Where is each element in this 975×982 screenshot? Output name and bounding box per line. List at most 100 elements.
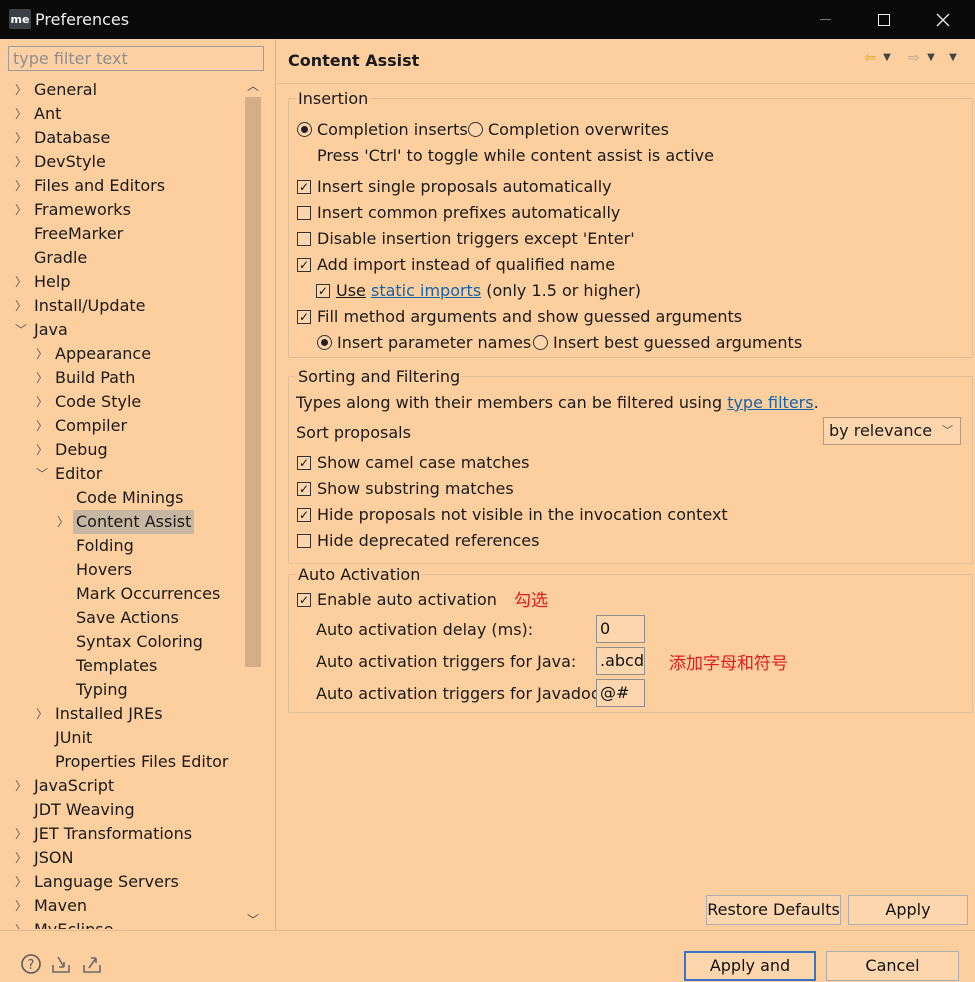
tree-item[interactable]: Templates: [0, 654, 243, 678]
checkbox-checked[interactable]: ✓: [297, 180, 311, 194]
filter-input[interactable]: [8, 46, 264, 71]
checkbox-checked[interactable]: ✓: [297, 593, 311, 607]
tree-item[interactable]: Save Actions: [0, 606, 243, 630]
chevron-right-icon[interactable]: 〉: [35, 390, 49, 414]
back-dropdown-icon[interactable]: ▼: [880, 48, 894, 68]
chevron-right-icon[interactable]: 〉: [35, 366, 49, 390]
checkbox-checked[interactable]: ✓: [297, 508, 311, 522]
enable-auto-activation-checkbox[interactable]: ✓ Enable auto activation: [297, 588, 497, 612]
insert-common-checkbox[interactable]: Insert common prefixes automatically: [297, 201, 620, 225]
insert-best-guessed-radio[interactable]: Insert best guessed arguments: [533, 331, 802, 355]
apply-button[interactable]: Apply: [848, 895, 968, 925]
checkbox-unchecked[interactable]: [297, 206, 311, 220]
view-menu-icon[interactable]: ▼: [946, 48, 960, 68]
chevron-right-icon[interactable]: 〉: [14, 102, 28, 126]
checkbox-checked[interactable]: ✓: [297, 456, 311, 470]
tree-item[interactable]: 〉 Code Style: [0, 390, 243, 414]
sort-proposals-select[interactable]: by relevance ﹀: [823, 417, 961, 445]
chevron-right-icon[interactable]: 〉: [35, 342, 49, 366]
tree-item[interactable]: JDT Weaving: [0, 798, 243, 822]
completion-overwrites-radio[interactable]: Completion overwrites: [468, 118, 669, 142]
tree-item[interactable]: Properties Files Editor: [0, 750, 243, 774]
tree-item[interactable]: 〉 Build Path: [0, 366, 243, 390]
tree-item[interactable]: Mark Occurrences: [0, 582, 243, 606]
fill-method-args-checkbox[interactable]: ✓ Fill method arguments and show guessed…: [297, 305, 742, 329]
insert-param-names-radio[interactable]: Insert parameter names: [317, 331, 531, 355]
import-icon[interactable]: [50, 953, 72, 975]
tree-item[interactable]: 〉 Install/Update: [0, 294, 243, 318]
use-static-imports-checkbox[interactable]: ✓ Use static imports (only 1.5 or higher…: [316, 279, 641, 303]
chevron-right-icon[interactable]: 〉: [14, 270, 28, 294]
checkbox-checked[interactable]: ✓: [297, 310, 311, 324]
tree-item[interactable]: 〉 Frameworks: [0, 198, 243, 222]
chevron-right-icon[interactable]: 〉: [14, 918, 28, 929]
add-import-checkbox[interactable]: ✓ Add import instead of qualified name: [297, 253, 615, 277]
forward-arrow-icon[interactable]: ⇨: [904, 48, 924, 68]
radio-inserts[interactable]: [297, 122, 312, 137]
scroll-thumb[interactable]: [245, 97, 261, 667]
scroll-down-icon[interactable]: ﹀: [243, 911, 263, 929]
radio-param-names[interactable]: [317, 335, 332, 350]
tree-item[interactable]: Typing: [0, 678, 243, 702]
tree-item[interactable]: Folding: [0, 534, 243, 558]
hide-deprecated-checkbox[interactable]: Hide deprecated references: [297, 529, 539, 553]
chevron-right-icon[interactable]: 〉: [35, 414, 49, 438]
chevron-right-icon[interactable]: 〉: [14, 822, 28, 846]
back-arrow-icon[interactable]: ⇦: [860, 48, 880, 68]
maximize-button[interactable]: [855, 0, 913, 39]
minimize-button[interactable]: [796, 0, 854, 39]
tree-item[interactable]: 〉 Database: [0, 126, 243, 150]
disable-triggers-checkbox[interactable]: Disable insertion triggers except 'Enter…: [297, 227, 635, 251]
delay-input[interactable]: 0: [596, 615, 645, 643]
tree-item[interactable]: Code Minings: [0, 486, 243, 510]
tree-item[interactable]: JUnit: [0, 726, 243, 750]
tree-item[interactable]: 〉 Files and Editors: [0, 174, 243, 198]
scroll-up-icon[interactable]: ︿: [243, 77, 263, 95]
radio-overwrites[interactable]: [468, 122, 483, 137]
restore-defaults-button[interactable]: Restore Defaults: [706, 895, 841, 925]
chevron-right-icon[interactable]: 〉: [14, 846, 28, 870]
tree-item[interactable]: 〉 JavaScript: [0, 774, 243, 798]
tree-item[interactable]: 〉 Content Assist: [0, 510, 243, 534]
tree-item[interactable]: 〉 General: [0, 78, 243, 102]
tree-item[interactable]: ﹀ Editor: [0, 462, 243, 486]
chevron-right-icon[interactable]: 〉: [14, 774, 28, 798]
tree-item[interactable]: 〉 Compiler: [0, 414, 243, 438]
tree-item[interactable]: 〉 JSON: [0, 846, 243, 870]
hide-not-visible-checkbox[interactable]: ✓ Hide proposals not visible in the invo…: [297, 503, 728, 527]
tree-item[interactable]: Gradle: [0, 246, 243, 270]
chevron-down-icon[interactable]: ﹀: [35, 462, 49, 486]
checkbox-checked[interactable]: ✓: [297, 258, 311, 272]
chevron-down-icon[interactable]: ﹀: [14, 318, 28, 342]
close-button[interactable]: [914, 0, 972, 39]
tree-item[interactable]: 〉 MyEclipse: [0, 918, 243, 929]
camel-case-checkbox[interactable]: ✓ Show camel case matches: [297, 451, 529, 475]
chevron-right-icon[interactable]: 〉: [35, 438, 49, 462]
tree-item[interactable]: 〉 Language Servers: [0, 870, 243, 894]
chevron-right-icon[interactable]: 〉: [14, 150, 28, 174]
tree-item[interactable]: 〉 Maven: [0, 894, 243, 918]
tree-item[interactable]: Syntax Coloring: [0, 630, 243, 654]
chevron-right-icon[interactable]: 〉: [14, 198, 28, 222]
javadoc-triggers-input[interactable]: @#: [596, 679, 645, 707]
chevron-right-icon[interactable]: 〉: [14, 294, 28, 318]
insert-single-checkbox[interactable]: ✓ Insert single proposals automatically: [297, 175, 612, 199]
completion-inserts-radio[interactable]: Completion inserts: [297, 118, 468, 142]
checkbox-unchecked[interactable]: [297, 534, 311, 548]
checkbox-checked[interactable]: ✓: [316, 284, 330, 298]
chevron-right-icon[interactable]: 〉: [14, 126, 28, 150]
checkbox-checked[interactable]: ✓: [297, 482, 311, 496]
type-filters-link[interactable]: type filters: [727, 393, 813, 412]
tree-item[interactable]: 〉 JET Transformations: [0, 822, 243, 846]
tree-item[interactable]: 〉 Debug: [0, 438, 243, 462]
substring-checkbox[interactable]: ✓ Show substring matches: [297, 477, 514, 501]
tree-item[interactable]: 〉 Appearance: [0, 342, 243, 366]
tree-item[interactable]: ﹀ Java: [0, 318, 243, 342]
java-triggers-input[interactable]: .abcd: [596, 647, 645, 675]
export-icon[interactable]: [81, 953, 103, 975]
static-imports-link[interactable]: static imports: [371, 281, 481, 300]
tree-scrollbar[interactable]: ︿ ﹀: [243, 77, 263, 929]
tree-item[interactable]: Hovers: [0, 558, 243, 582]
tree-item[interactable]: 〉 DevStyle: [0, 150, 243, 174]
cancel-button[interactable]: Cancel: [826, 951, 959, 981]
